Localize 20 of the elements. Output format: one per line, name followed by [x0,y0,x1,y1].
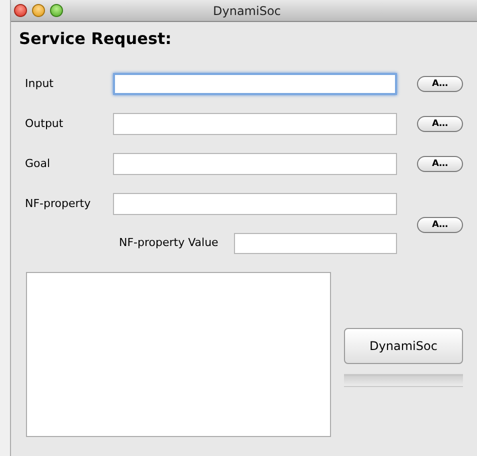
field-label: Output [24,116,64,132]
browse-button[interactable]: A… [417,76,463,92]
field-label: Goal [24,156,52,172]
minimize-icon[interactable] [32,4,45,17]
browse-button[interactable]: A… [417,156,463,172]
text-field[interactable] [113,73,397,95]
zoom-icon[interactable] [50,4,63,17]
section-heading: Service Request: [19,29,172,48]
dynamisoc-button[interactable]: DynamiSoc [344,328,463,364]
field-label: Input [24,76,54,92]
text-field[interactable] [234,233,397,254]
window-title: DynamiSoc [213,2,281,20]
text-field[interactable] [113,153,397,175]
browse-button[interactable]: A… [417,217,463,233]
text-field[interactable] [113,193,397,215]
text-field[interactable] [113,113,397,135]
field-label: NF-property Value [119,235,220,252]
close-icon[interactable] [14,4,27,17]
field-label: NF-property [24,196,92,212]
browse-button[interactable]: A… [417,116,463,132]
